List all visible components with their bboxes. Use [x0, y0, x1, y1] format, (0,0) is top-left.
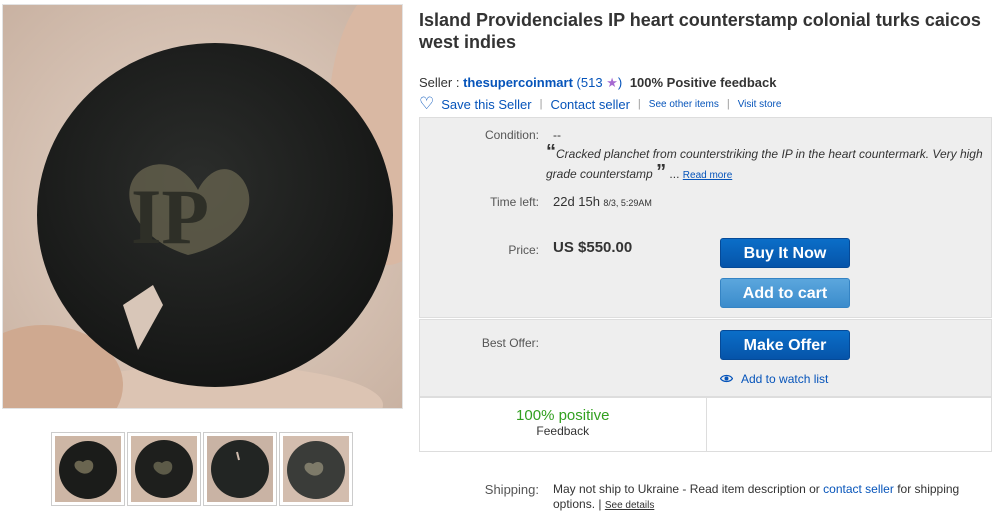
seller-label: Seller : — [419, 75, 460, 90]
thumbnail-2[interactable] — [127, 432, 201, 506]
condition-label: Condition: — [484, 128, 539, 142]
star-icon: ★ — [606, 75, 618, 90]
thumbnail-strip — [51, 432, 353, 506]
seller-name-link[interactable]: thesupercoinmart — [463, 75, 573, 90]
condition-description: “Cracked planchet from counterstriking t… — [546, 141, 986, 185]
time-left-remaining: 22d 15h — [553, 194, 600, 209]
read-more-link[interactable]: Read more — [683, 170, 732, 181]
buy-it-now-button[interactable]: Buy It Now — [720, 238, 850, 268]
price-value: US $550.00 — [553, 239, 633, 256]
see-other-items-link[interactable]: See other items — [649, 99, 719, 110]
add-to-cart-button[interactable]: Add to cart — [720, 278, 850, 308]
separator: | — [726, 98, 730, 110]
see-details-link[interactable]: See details — [605, 500, 654, 511]
condition-value: -- — [553, 128, 561, 142]
ellipsis: ... — [669, 167, 680, 181]
positive-feedback-text: 100% Positive feedback — [629, 75, 777, 90]
seller-actions: ♡ Save this Seller | Contact seller | Se… — [419, 95, 782, 112]
separator: | — [637, 98, 641, 110]
feedback-empty-cell — [705, 398, 992, 451]
watch-list-label[interactable]: Add to watch list — [741, 372, 828, 386]
separator: | — [598, 497, 602, 511]
feedback-label: Feedback — [536, 424, 590, 438]
seller-feedback-box: 100% positive Feedback — [419, 397, 992, 452]
eye-icon — [719, 372, 734, 386]
thumbnail-3[interactable] — [203, 432, 277, 506]
price-label: Price: — [508, 243, 539, 257]
main-product-image[interactable]: IP — [2, 4, 403, 409]
seller-info: Seller : thesupercoinmart (513 ★) 100% P… — [419, 75, 777, 91]
thumbnail-1[interactable] — [51, 432, 125, 506]
heart-icon[interactable]: ♡ — [419, 95, 434, 112]
positive-percentage: 100% positive — [516, 407, 610, 424]
condition-quote-text: Cracked planchet from counterstriking th… — [546, 147, 983, 181]
add-to-watch-list-link[interactable]: Add to watch list — [719, 372, 828, 386]
best-offer-label: Best Offer: — [481, 336, 539, 350]
time-left-end: 8/3, 5:29AM — [603, 198, 652, 208]
time-left-label: Time left: — [490, 195, 539, 209]
thumbnail-4[interactable] — [279, 432, 353, 506]
make-offer-button[interactable]: Make Offer — [720, 330, 850, 360]
open-quote-icon: “ — [546, 141, 556, 163]
contact-seller-link[interactable]: Contact seller — [550, 97, 629, 112]
save-seller-link[interactable]: Save this Seller — [441, 97, 531, 112]
item-title: Island Providenciales IP heart counterst… — [419, 10, 981, 52]
time-left-value: 22d 15h 8/3, 5:29AM — [553, 194, 652, 209]
feedback-summary: 100% positive Feedback — [420, 398, 706, 451]
counterstamp-text: IP — [131, 173, 209, 260]
feedback-count-open[interactable]: (513 — [577, 75, 603, 90]
close-quote-icon: ” — [656, 161, 667, 183]
offer-panel — [419, 319, 992, 397]
shipping-label: Shipping: — [484, 482, 539, 497]
shipping-text: May not ship to Ukraine - Read item desc… — [553, 482, 820, 496]
shipping-info: May not ship to Ukraine - Read item desc… — [553, 482, 983, 513]
visit-store-link[interactable]: Visit store — [738, 99, 782, 110]
separator: | — [539, 98, 543, 110]
feedback-count-close: ) — [617, 75, 623, 90]
shipping-contact-seller-link[interactable]: contact seller — [823, 482, 894, 496]
